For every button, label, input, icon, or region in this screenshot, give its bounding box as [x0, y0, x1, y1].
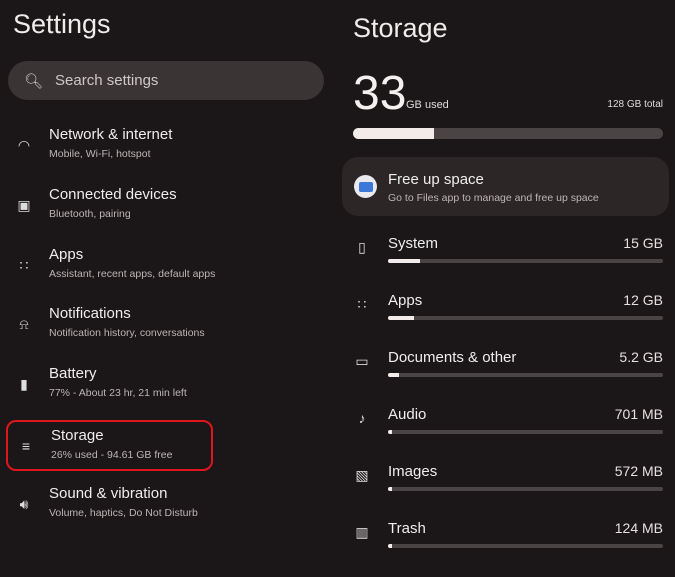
sidebar-item-storage[interactable]: ≡ Storage 26% used - 94.61 GB free [6, 420, 213, 471]
item-subtitle: Volume, haptics, Do Not Disturb [49, 506, 198, 519]
storage-usage-bar [353, 128, 663, 139]
item-label: Apps [49, 245, 84, 263]
speaker-icon: 🔊︎ [19, 495, 29, 512]
storage-category-system[interactable]: ▯ System 15 GB [340, 235, 675, 292]
category-usage-bar [388, 487, 663, 491]
storage-title: Storage [353, 13, 448, 43]
item-label: Network & internet [49, 126, 173, 143]
storage-category-trash[interactable]: ▥ Trash 124 MB [340, 520, 675, 577]
total-storage: 128 GB total [607, 99, 663, 110]
storage-category-apps[interactable]: ∷ Apps 12 GB [340, 292, 675, 349]
bell-icon: ⍾ [19, 316, 29, 333]
item-subtitle: Notification history, conversations [49, 327, 205, 340]
sidebar-item-sound-vibration[interactable]: 🔊︎ Sound & vibration Volume, haptics, Do N… [6, 480, 306, 532]
card-subtitle: Go to Files app to manage and free up sp… [388, 192, 599, 204]
storage-category-images[interactable]: ▧ Images 572 MB [340, 463, 675, 520]
item-subtitle: 77% - About 23 hr, 21 min left [49, 387, 187, 400]
category-size: 12 GB [623, 292, 663, 308]
category-size: 124 MB [614, 520, 663, 536]
item-label: Storage [51, 427, 104, 444]
card-title: Free up space [388, 171, 484, 188]
category-usage-bar [388, 430, 663, 434]
search-icon: 🔍︎ [24, 72, 44, 90]
used-unit: GB used [406, 99, 449, 111]
item-label: Notifications [49, 305, 131, 323]
item-subtitle: Bluetooth, pairing [49, 207, 131, 220]
sidebar-item-notifications[interactable]: ⍾ Notifications Notification history, conv… [6, 300, 306, 352]
storage-usage-fill [353, 128, 434, 139]
category-usage-bar [388, 373, 663, 377]
phone-icon: ▯ [358, 239, 366, 255]
sidebar-item-connected-devices[interactable]: ▣ Connected devices Bluetooth, pairing [6, 181, 306, 233]
search-placeholder: Search settings [55, 72, 159, 89]
category-usage-bar [388, 259, 663, 263]
devices-icon: ▣ [17, 196, 31, 213]
item-subtitle: 26% used - 94.61 GB free [51, 449, 173, 461]
folder-icon: ▭ [355, 353, 369, 369]
apps-grid-icon: ∷ [19, 256, 29, 273]
page-title: Settings [13, 9, 111, 39]
wifi-icon: ◠ [17, 137, 31, 153]
category-name: Documents & other [388, 349, 517, 366]
category-name: Images [388, 463, 438, 480]
sidebar-item-network-internet[interactable]: ◠ Network & internet Mobile, Wi-Fi, hotspo… [6, 121, 306, 173]
battery-icon: ▮ [20, 376, 28, 393]
category-size: 572 MB [614, 463, 663, 479]
category-usage-bar [388, 544, 663, 548]
item-subtitle: Mobile, Wi-Fi, hotspot [49, 148, 151, 160]
category-usage-bar [388, 316, 663, 320]
storage-category-audio[interactable]: ♪ Audio 701 MB [340, 406, 675, 463]
sidebar-item-apps[interactable]: ∷ Apps Assistant, recent apps, default app… [6, 241, 306, 293]
category-name: System [388, 235, 439, 252]
storage-panel: Storage 33 GB used 128 GB total Free up … [340, 0, 675, 548]
item-subtitle: Assistant, recent apps, default apps [49, 267, 216, 280]
apps-grid-icon: ∷ [357, 296, 367, 312]
category-size: 701 MB [614, 406, 663, 422]
category-name: Apps [388, 292, 423, 309]
category-size: 15 GB [623, 235, 663, 251]
search-input[interactable]: 🔍︎ Search settings [8, 61, 324, 100]
category-size: 5.2 GB [619, 349, 663, 365]
storage-icon: ≡ [21, 438, 31, 454]
category-name: Trash [388, 520, 426, 537]
category-usage-fill [388, 259, 421, 263]
used-amount: 33 [353, 67, 407, 120]
category-name: Audio [388, 406, 427, 423]
storage-category-documents-other[interactable]: ▭ Documents & other 5.2 GB [340, 349, 675, 406]
item-label: Sound & vibration [49, 484, 168, 502]
free-up-space-card[interactable]: Free up space Go to Files app to manage … [342, 157, 669, 216]
item-label: Battery [49, 365, 97, 383]
category-usage-fill [388, 373, 399, 377]
category-usage-fill [388, 316, 414, 320]
category-usage-fill [388, 430, 392, 434]
item-label: Connected devices [49, 185, 177, 203]
music-note-icon: ♪ [358, 410, 366, 426]
settings-panel: Settings 🔍︎ Search settings ◠ Network & i… [0, 0, 335, 535]
category-usage-fill [388, 487, 392, 491]
image-icon: ▧ [355, 467, 369, 483]
category-usage-fill [388, 544, 392, 548]
sidebar-item-battery[interactable]: ▮ Battery 77% - About 23 hr, 21 min left [6, 360, 306, 412]
trash-icon: ▥ [355, 524, 369, 540]
files-app-icon [354, 175, 377, 198]
